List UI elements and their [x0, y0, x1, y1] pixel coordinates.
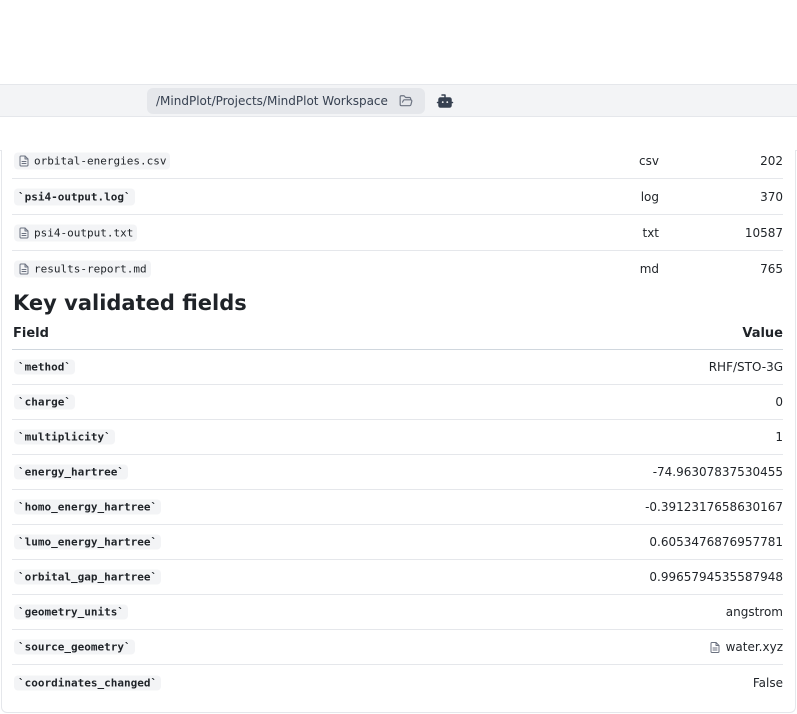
path-bar: /MindPlot/Projects/MindPlot Workspace — [0, 84, 797, 117]
file-type: csv — [639, 153, 659, 168]
file-size: 765 — [760, 262, 783, 276]
field-name: `source_geometry` — [14, 639, 135, 655]
file-row: results-report.md md 765 — [12, 251, 783, 287]
file-link[interactable]: psi4-output.txt — [14, 224, 138, 241]
field-name: `charge` — [14, 394, 75, 410]
field-name: `geometry_units` — [14, 604, 128, 620]
field-value: 0 — [775, 395, 783, 409]
table-header: Field Value — [12, 318, 783, 350]
field-name: `energy_hartree` — [14, 464, 128, 480]
field-value: False — [752, 675, 783, 690]
field-value: RHF/STO-3G — [708, 360, 783, 374]
file-icon — [19, 155, 29, 166]
column-header-value: Value — [742, 326, 783, 341]
table-row: `homo_energy_hartree` -0.391231765863016… — [12, 490, 783, 525]
section-title: Key validated fields — [13, 291, 247, 315]
field-value: 1 — [775, 430, 783, 444]
folder-open-icon[interactable] — [399, 94, 413, 108]
workspace-path: /MindPlot/Projects/MindPlot Workspace — [156, 94, 388, 108]
table-row: `energy_hartree` -74.96307837530455 — [12, 455, 783, 490]
file-row: psi4-output.txt txt 10587 — [12, 215, 783, 251]
field-name: `homo_energy_hartree` — [14, 499, 162, 515]
table-row: `charge` 0 — [12, 385, 783, 420]
file-link[interactable]: orbital-energies.csv — [14, 152, 171, 169]
table-row: `multiplicity` 1 — [12, 420, 783, 455]
column-header-field: Field — [13, 326, 49, 341]
field-value: 0.9965794535587948 — [649, 570, 783, 584]
field-name: `coordinates_changed` — [14, 675, 162, 690]
field-name: `orbital_gap_hartree` — [14, 569, 162, 585]
table-row: `method` RHF/STO-3G — [12, 350, 783, 385]
file-icon — [19, 227, 29, 238]
file-size: 202 — [760, 153, 783, 168]
file-row: `psi4-output.log` log 370 — [12, 179, 783, 215]
file-size: 10587 — [744, 225, 783, 240]
source-geometry-link[interactable]: water.xyz — [709, 640, 783, 654]
table-row: `geometry_units` angstrom — [12, 595, 783, 630]
file-type: md — [639, 262, 659, 276]
file-code-name: `psi4-output.log` — [14, 188, 135, 205]
field-name: `method` — [14, 359, 75, 375]
file-name: psi4-output.txt — [34, 226, 134, 239]
file-name: `psi4-output.log` — [18, 190, 131, 203]
field-name: `lumo_energy_hartree` — [14, 534, 162, 550]
file-link[interactable]: results-report.md — [14, 260, 151, 278]
field-value: 0.6053476876957781 — [649, 535, 783, 549]
file-type: log — [640, 189, 659, 204]
table-row: `source_geometry` water.xyz — [12, 630, 783, 665]
bot-icon[interactable] — [436, 92, 454, 110]
field-value: -0.3912317658630167 — [645, 500, 783, 514]
file-type: txt — [642, 225, 659, 240]
field-name: `multiplicity` — [14, 429, 115, 445]
file-name: orbital-energies.csv — [34, 154, 167, 167]
file-row: orbital-energies.csv csv 202 — [12, 143, 783, 179]
table-row: `lumo_energy_hartree` 0.6053476876957781 — [12, 525, 783, 560]
table-row: `orbital_gap_hartree` 0.9965794535587948 — [12, 560, 783, 595]
table-row: `coordinates_changed` False — [12, 665, 783, 700]
field-value: angstrom — [725, 605, 783, 619]
file-size: 370 — [760, 189, 783, 204]
field-value: -74.96307837530455 — [652, 465, 783, 479]
top-blank-area — [0, 0, 797, 84]
path-box[interactable]: /MindPlot/Projects/MindPlot Workspace — [147, 88, 425, 114]
file-icon — [19, 263, 29, 275]
field-value: water.xyz — [725, 640, 783, 654]
file-icon — [710, 641, 720, 653]
file-name: results-report.md — [34, 262, 147, 276]
